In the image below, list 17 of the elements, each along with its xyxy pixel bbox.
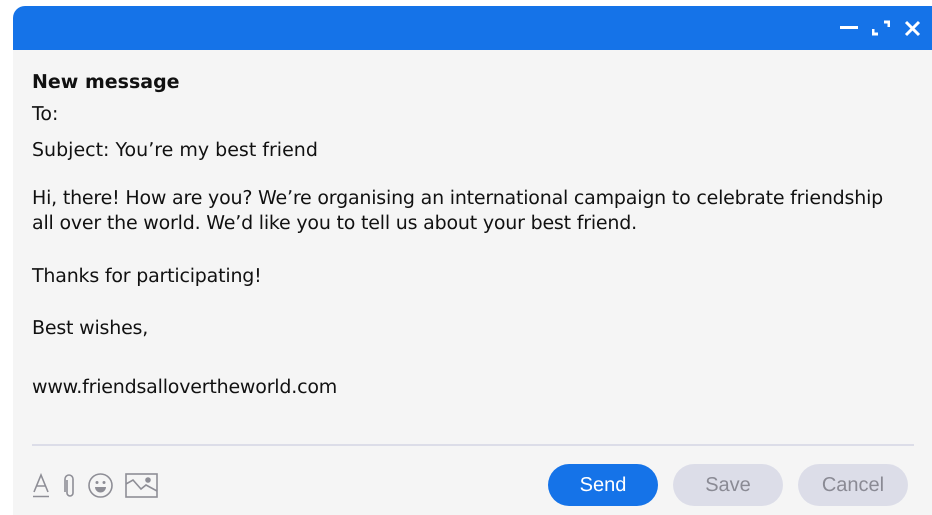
- minimize-icon[interactable]: [840, 26, 858, 30]
- action-button[interactable]: Save: [673, 464, 783, 506]
- text-format-icon[interactable]: [32, 472, 50, 498]
- action-button[interactable]: Cancel: [798, 464, 908, 506]
- message-paragraph: Best wishes,: [32, 316, 150, 341]
- image-icon[interactable]: [125, 472, 158, 498]
- message-paragraph: Thanks for participating!: [32, 264, 263, 289]
- message-field[interactable]: To:: [32, 102, 932, 126]
- paperclip-icon[interactable]: [62, 472, 76, 498]
- maximize-icon[interactable]: [872, 20, 890, 36]
- message-paragraph: Hi, there! How are you? We’re organising an international campaign to celebrate friendship all over the world. We’d like you to tell us about your best friend.: [32, 186, 884, 236]
- message-title: New message: [32, 70, 181, 94]
- action-button[interactable]: Send: [548, 464, 658, 506]
- message-field[interactable]: Subject: You’re my best friend: [32, 138, 932, 162]
- smiley-icon[interactable]: [88, 472, 113, 498]
- close-icon[interactable]: [904, 20, 921, 36]
- message-paragraph: www.friendsallovertheworld.com: [32, 375, 338, 400]
